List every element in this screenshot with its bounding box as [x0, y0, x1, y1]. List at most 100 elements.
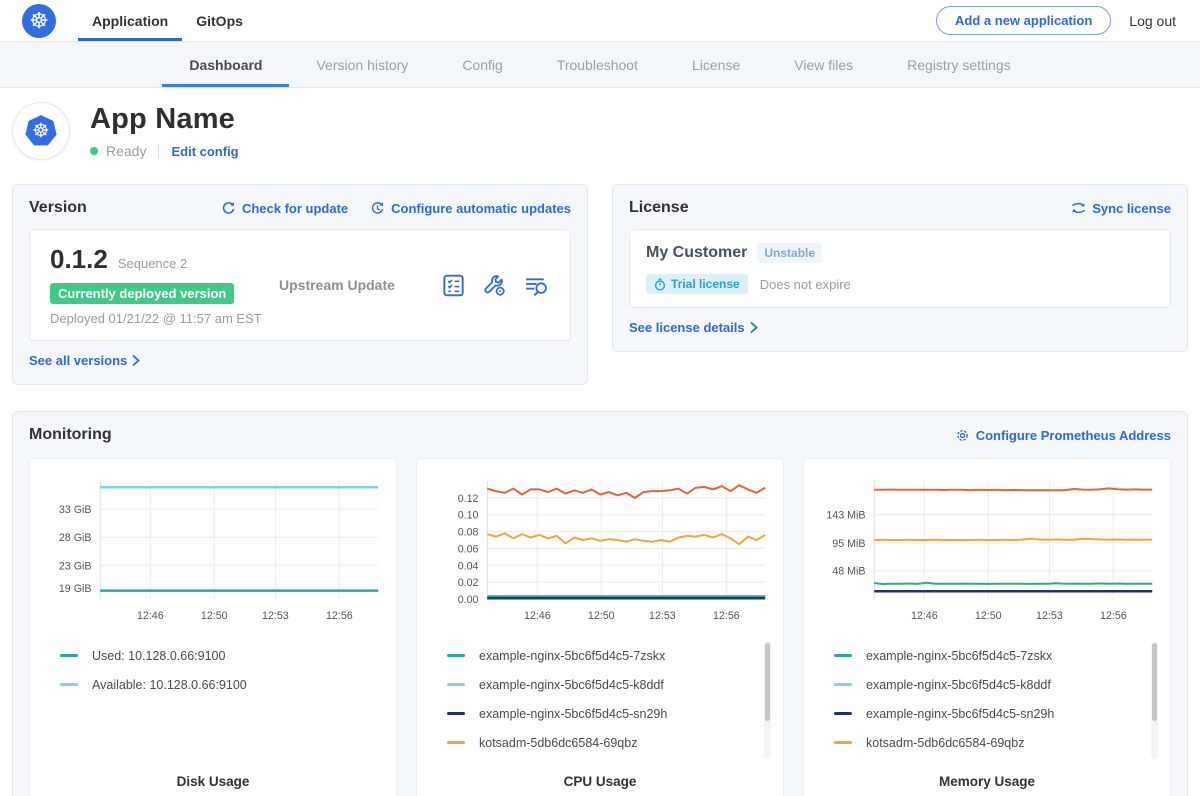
currently-deployed-badge: Currently deployed version	[50, 283, 234, 304]
svg-text:☸: ☸	[32, 120, 50, 142]
monitoring-title: Monitoring	[29, 426, 112, 444]
subnav-tab-view-files[interactable]: View files	[767, 42, 880, 87]
chart-title: CPU Usage	[427, 774, 773, 789]
legend-label: example-nginx-5bc6f5d4c5-sn29h	[479, 707, 667, 721]
version-card-title: Version	[29, 199, 87, 217]
legend-label: Used: 10.128.0.66:9100	[92, 649, 225, 663]
app-icon: ☸	[12, 102, 70, 160]
legend-color-dash	[447, 683, 465, 686]
topnav-tabs: ApplicationGitOps	[78, 0, 257, 41]
memory-usage-chart: 48 MiB95 MiB143 MiB12:4612:5012:5312:56	[814, 473, 1160, 631]
svg-text:33 GiB: 33 GiB	[59, 504, 92, 516]
sync-icon	[1071, 201, 1086, 215]
deployed-timestamp: Deployed 01/21/22 @ 11:57 am EST	[50, 311, 265, 326]
legend-color-dash	[834, 741, 852, 744]
version-card: Version Check for update Configure au	[12, 184, 588, 385]
legend-color-dash	[60, 683, 78, 686]
legend-item: example-nginx-5bc6f5d4c5-k8ddf	[834, 670, 1160, 699]
see-license-details-link[interactable]: See license details	[629, 320, 758, 335]
legend-color-dash	[834, 712, 852, 715]
svg-text:143 MiB: 143 MiB	[826, 509, 865, 521]
svg-text:12:56: 12:56	[713, 610, 740, 622]
check-for-update-link[interactable]: Check for update	[221, 201, 348, 216]
svg-text:12:53: 12:53	[262, 610, 289, 622]
legend-color-dash	[447, 712, 465, 715]
refresh-icon	[221, 201, 236, 216]
topnav-tab-gitops[interactable]: GitOps	[182, 0, 257, 41]
disk-usage-chart: 19 GiB23 GiB28 GiB33 GiB12:4612:5012:531…	[40, 473, 386, 631]
subnav-tab-license[interactable]: License	[665, 42, 767, 87]
legend-color-dash	[60, 654, 78, 657]
subnav-tab-dashboard[interactable]: Dashboard	[162, 42, 289, 87]
legend-label: example-nginx-5bc6f5d4c5-k8ddf	[479, 678, 664, 692]
legend-item: example-nginx-5bc6f5d4c5-sn29h	[834, 699, 1160, 728]
configure-prometheus-link[interactable]: Configure Prometheus Address	[955, 428, 1171, 443]
clock-update-icon	[370, 201, 385, 216]
svg-text:0.04: 0.04	[458, 560, 479, 572]
license-card: License Sync license My Customer Unstabl…	[612, 184, 1188, 352]
preflight-checks-icon[interactable]	[441, 273, 466, 298]
svg-text:12:46: 12:46	[524, 610, 551, 622]
status-dot	[90, 147, 98, 155]
add-new-application-button[interactable]: Add a new application	[936, 6, 1111, 35]
svg-text:12:53: 12:53	[649, 610, 676, 622]
svg-text:0.00: 0.00	[458, 594, 479, 606]
disk-usage-chart-card: 19 GiB23 GiB28 GiB33 GiB12:4612:5012:531…	[29, 458, 397, 796]
diff-view-icon[interactable]	[523, 273, 550, 298]
svg-text:28 GiB: 28 GiB	[59, 532, 92, 544]
subnav-tab-config[interactable]: Config	[435, 42, 529, 87]
svg-text:0.08: 0.08	[458, 526, 479, 538]
license-expiry: Does not expire	[760, 277, 851, 292]
legend-color-dash	[834, 654, 852, 657]
see-all-versions-link[interactable]: See all versions	[29, 353, 140, 368]
trial-license-badge: Trial license	[646, 274, 748, 294]
legend-item: example-nginx-5bc6f5d4c5-sn29h	[447, 699, 773, 728]
legend-scrollbar[interactable]	[1151, 641, 1158, 759]
app-header: ☸ App Name Ready Edit config	[0, 88, 1200, 176]
chart-title: Disk Usage	[40, 774, 386, 789]
sync-license-link[interactable]: Sync license	[1071, 201, 1171, 216]
svg-text:0.10: 0.10	[458, 510, 479, 522]
customer-name: My Customer	[646, 244, 747, 262]
stopwatch-icon	[654, 278, 666, 291]
legend-color-dash	[447, 654, 465, 657]
kubernetes-logo-icon: ☸	[22, 4, 56, 38]
subnav-tab-registry-settings[interactable]: Registry settings	[880, 42, 1037, 87]
legend-label: example-nginx-5bc6f5d4c5-sn29h	[866, 707, 1054, 721]
svg-text:48 MiB: 48 MiB	[832, 566, 865, 578]
svg-text:12:50: 12:50	[201, 610, 228, 622]
chart-title: Memory Usage	[814, 774, 1160, 789]
svg-text:19 GiB: 19 GiB	[59, 583, 92, 595]
configure-automatic-updates-link[interactable]: Configure automatic updates	[370, 201, 571, 216]
logout-link[interactable]: Log out	[1129, 13, 1176, 29]
legend-item: Used: 10.128.0.66:9100	[60, 641, 386, 670]
version-sequence: Sequence 2	[118, 256, 187, 271]
legend-item: example-nginx-5bc6f5d4c5-7zskx	[834, 641, 1160, 670]
channel-badge: Unstable	[757, 243, 822, 263]
svg-text:12:56: 12:56	[326, 610, 353, 622]
svg-text:12:46: 12:46	[137, 610, 164, 622]
legend-scrollbar[interactable]	[764, 641, 771, 759]
edit-config-link[interactable]: Edit config	[171, 144, 238, 159]
chevron-right-icon	[750, 322, 758, 333]
version-number: 0.1.2	[50, 244, 108, 275]
svg-text:12:56: 12:56	[1100, 610, 1127, 622]
config-wrench-icon[interactable]	[482, 273, 507, 298]
svg-text:12:50: 12:50	[975, 610, 1002, 622]
subnav-tab-troubleshoot[interactable]: Troubleshoot	[530, 42, 665, 87]
topnav-tab-application[interactable]: Application	[78, 0, 182, 41]
legend-label: example-nginx-5bc6f5d4c5-7zskx	[866, 649, 1052, 663]
legend-label: example-nginx-5bc6f5d4c5-k8ddf	[866, 678, 1051, 692]
legend-item: kotsadm-5db6dc6584-69qbz	[447, 728, 773, 757]
cpu-usage-chart: 0.000.020.040.060.080.100.1212:4612:5012…	[427, 473, 773, 631]
subnav-tab-version-history[interactable]: Version history	[289, 42, 435, 87]
status-text: Ready	[106, 143, 146, 159]
app-subnav: DashboardVersion historyConfigTroublesho…	[0, 42, 1200, 88]
memory-usage-chart-card: 48 MiB95 MiB143 MiB12:4612:5012:5312:56 …	[803, 458, 1171, 796]
gear-icon	[955, 428, 970, 443]
legend-label: example-nginx-5bc6f5d4c5-7zskx	[479, 649, 665, 663]
legend-label: kotsadm-5db6dc6584-69qbz	[479, 736, 637, 750]
license-card-title: License	[629, 199, 689, 217]
svg-text:0.12: 0.12	[458, 493, 479, 505]
legend-label: kotsadm-5db6dc6584-69qbz	[866, 736, 1024, 750]
